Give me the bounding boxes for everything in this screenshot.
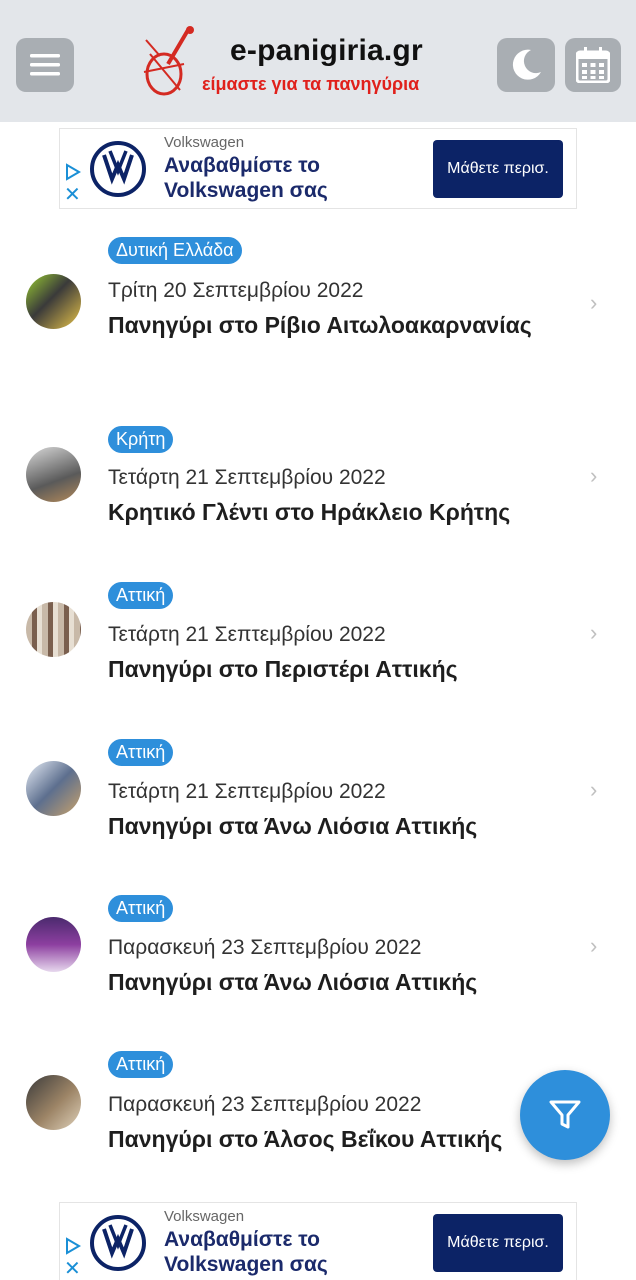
event-avatar xyxy=(26,1075,81,1130)
event-item[interactable]: Αττική Τετάρτη 21 Σεπτεμβρίου 2022 Πανηγ… xyxy=(0,737,636,887)
region-badge: Αττική xyxy=(108,582,174,609)
region-badge: Κρήτη xyxy=(108,426,174,453)
hamburger-icon xyxy=(30,54,60,76)
event-title: Πανηγύρι στα Άνω Λιόσια Αττικής xyxy=(108,813,478,839)
chevron-right-icon: › xyxy=(590,777,598,802)
site-logo[interactable]: e-panigiria.gr είμαστε για τα πανηγύρια xyxy=(138,24,438,100)
filter-icon xyxy=(549,1100,581,1129)
calendar-icon xyxy=(576,47,610,83)
ad-brand: Volkswagen xyxy=(164,1208,245,1225)
event-date: Παρασκευή 23 Σεπτεμβρίου 2022 xyxy=(108,936,422,959)
ad-cta-button[interactable]: Μάθετε περισ. xyxy=(433,1214,563,1272)
region-badge: Δυτική Ελλάδα xyxy=(108,237,242,264)
ad-headline: Αναβαθμίστε το Volkswagen σας xyxy=(164,1228,328,1276)
moon-icon xyxy=(512,49,541,80)
filter-button[interactable] xyxy=(520,1070,610,1160)
chevron-right-icon: › xyxy=(590,463,598,488)
event-date: Παρασκευή 23 Σεπτεμβρίου 2022 xyxy=(108,1093,422,1116)
chevron-right-icon: › xyxy=(590,290,598,315)
event-avatar xyxy=(26,447,81,502)
ad-banner-bottom[interactable]: ✕ Volkswagen Αναβαθμίστε το Volkswagen σ… xyxy=(59,1202,577,1280)
event-title: Πανηγύρι στο Άλσος Βεΐκου Αττικής xyxy=(108,1126,503,1152)
ad-headline: Αναβαθμίστε το Volkswagen σας xyxy=(164,154,328,202)
event-date: Τρίτη 20 Σεπτεμβρίου 2022 xyxy=(108,279,364,302)
event-item[interactable]: Αττική Τετάρτη 21 Σεπτεμβρίου 2022 Πανηγ… xyxy=(0,580,636,730)
site-name: e-panigiria.gr xyxy=(230,34,423,67)
region-badge: Αττική xyxy=(108,1051,174,1078)
event-avatar xyxy=(26,602,81,657)
event-title: Πανηγύρι στο Περιστέρι Αττικής xyxy=(108,656,458,682)
event-item[interactable]: Αττική Παρασκευή 23 Σεπτεμβρίου 2022 Παν… xyxy=(0,893,636,1043)
event-title: Πανηγύρι στα Άνω Λιόσια Αττικής xyxy=(108,969,478,995)
event-title: Κρητικό Γλέντι στο Ηράκλειο Κρήτης xyxy=(108,499,511,525)
theme-toggle-button[interactable] xyxy=(497,38,555,92)
ad-cta-button[interactable]: Μάθετε περισ. xyxy=(433,140,563,198)
menu-button[interactable] xyxy=(16,38,74,92)
event-date: Τετάρτη 21 Σεπτεμβρίου 2022 xyxy=(108,780,386,803)
region-badge: Αττική xyxy=(108,739,174,766)
event-date: Τετάρτη 21 Σεπτεμβρίου 2022 xyxy=(108,466,386,489)
event-avatar xyxy=(26,761,81,816)
volkswagen-logo-icon xyxy=(90,141,146,197)
ad-brand: Volkswagen xyxy=(164,134,245,151)
ad-close-icon[interactable]: ✕ xyxy=(64,1259,81,1279)
adchoices-icon[interactable] xyxy=(64,1237,82,1255)
ad-banner-top[interactable]: ✕ Volkswagen Αναβαθμίστε το Volkswagen σ… xyxy=(59,128,577,209)
chevron-right-icon: › xyxy=(590,933,598,958)
volkswagen-logo-icon xyxy=(90,1215,146,1271)
app-header: e-panigiria.gr είμαστε για τα πανηγύρια xyxy=(0,0,636,122)
event-date: Τετάρτη 21 Σεπτεμβρίου 2022 xyxy=(108,623,386,646)
region-badge: Αττική xyxy=(108,895,174,922)
bouzouki-logo-icon xyxy=(143,26,194,96)
event-item[interactable]: Δυτική Ελλάδα Τρίτη 20 Σεπτεμβρίου 2022 … xyxy=(0,232,636,382)
ad-close-icon[interactable]: ✕ xyxy=(64,185,81,205)
event-avatar xyxy=(26,274,81,329)
site-tagline: είμαστε για τα πανηγύρια xyxy=(202,74,420,94)
event-avatar xyxy=(26,917,81,972)
event-item[interactable]: Κρήτη Τετάρτη 21 Σεπτεμβρίου 2022 Κρητικ… xyxy=(0,423,636,573)
adchoices-icon[interactable] xyxy=(64,163,82,181)
chevron-right-icon: › xyxy=(590,620,598,645)
calendar-button[interactable] xyxy=(565,38,621,92)
event-title: Πανηγύρι στο Ρίβιο Αιτωλοακαρνανίας xyxy=(108,312,532,338)
